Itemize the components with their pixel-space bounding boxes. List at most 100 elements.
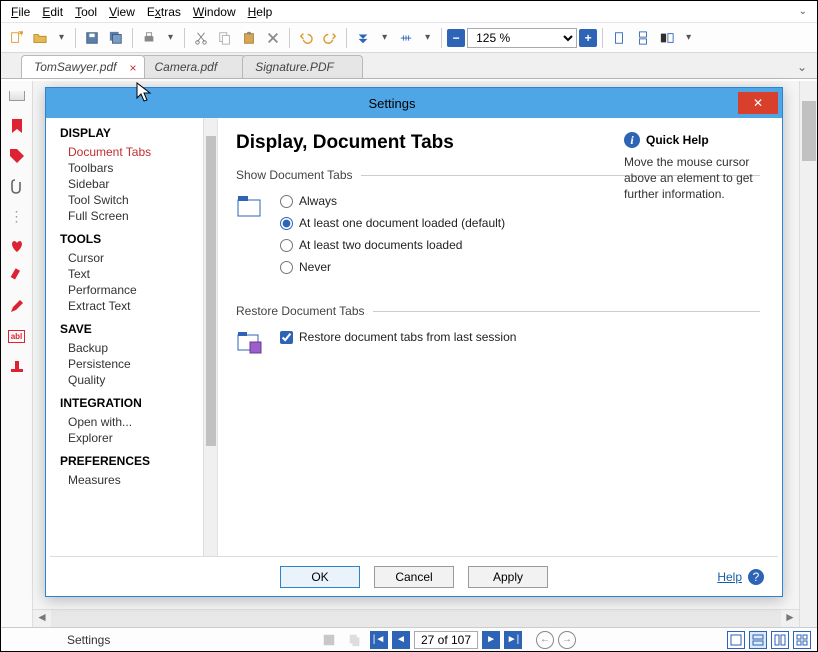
help-icon: ? [748,569,764,585]
status-label: Settings [7,633,167,647]
tree-item-backup[interactable]: Backup [60,340,217,356]
layout-facing-icon[interactable] [656,27,678,49]
redo-icon[interactable] [319,27,341,49]
rail-checkbox-icon[interactable] [8,87,26,105]
undo-icon[interactable] [295,27,317,49]
menu-view[interactable]: View [103,3,141,21]
find-icon[interactable] [352,27,374,49]
tree-item-quality[interactable]: Quality [60,372,217,388]
tab-close-icon[interactable]: × [129,61,136,75]
rail-clip-icon[interactable] [8,177,26,195]
rail-stamp-icon[interactable] [8,357,26,375]
vertical-scrollbar[interactable] [799,81,817,627]
new-doc-icon[interactable]: ✶ [5,27,27,49]
quick-help-text: Move the mouse cursor above an element t… [624,154,764,203]
status-copy-icon[interactable] [344,629,366,651]
ruler-dropdown-icon[interactable]: ▾ [419,32,436,43]
help-link[interactable]: Help? [717,569,764,585]
zoom-select[interactable]: 125 % [467,28,577,48]
menu-extras[interactable]: Extras [141,3,187,21]
tree-item-persistence[interactable]: Persistence [60,356,217,372]
zoom-out-button[interactable]: − [447,29,465,47]
open-dropdown-icon[interactable]: ▾ [53,32,70,43]
tree-item-sidebar[interactable]: Sidebar [60,176,217,192]
rail-abl-icon[interactable]: abl [8,327,26,345]
document-tabs: TomSawyer.pdf× Camera.pdf Signature.PDF … [1,53,817,79]
save-icon[interactable] [81,27,103,49]
tab-tomsawyer[interactable]: TomSawyer.pdf× [21,55,145,78]
open-folder-icon[interactable] [29,27,51,49]
nav-back-icon[interactable]: ← [536,631,554,649]
find-dropdown-icon[interactable]: ▾ [376,32,393,43]
tree-item-full-screen[interactable]: Full Screen [60,208,217,224]
rail-heart-icon[interactable] [8,237,26,255]
ruler-icon[interactable] [395,27,417,49]
tree-item-toolbars[interactable]: Toolbars [60,160,217,176]
horizontal-scrollbar[interactable]: ◄► [33,609,799,627]
tree-group-save: SAVE [60,322,217,336]
tree-item-measures[interactable]: Measures [60,472,217,488]
layout-single-icon[interactable] [608,27,630,49]
tabs-overflow-icon[interactable]: ⌄ [787,56,817,78]
rail-dots-icon[interactable]: ⋮ [8,207,26,225]
rail-tag-icon[interactable] [8,147,26,165]
settings-dialog: Settings ✕ DISPLAY Document Tabs Toolbar… [45,87,783,597]
show-tabs-legend: Show Document Tabs [236,168,361,182]
dialog-close-button[interactable]: ✕ [738,92,778,114]
quick-help-panel: iQuick Help Move the mouse cursor above … [624,132,764,203]
radio-two-loaded[interactable]: At least two documents loaded [280,238,505,252]
tree-item-text[interactable]: Text [60,266,217,282]
checkbox-restore-tabs[interactable]: Restore document tabs from last session [280,330,516,344]
cut-icon[interactable] [190,27,212,49]
tree-item-explorer[interactable]: Explorer [60,430,217,446]
menu-edit[interactable]: Edit [36,3,69,21]
tree-item-performance[interactable]: Performance [60,282,217,298]
view-mode-3-icon[interactable] [771,631,789,649]
tree-item-document-tabs[interactable]: Document Tabs [60,144,217,160]
menu-tool[interactable]: Tool [69,3,103,21]
nav-last-icon[interactable]: ►| [504,631,522,649]
tree-item-cursor[interactable]: Cursor [60,250,217,266]
tabs-icon [236,194,268,274]
menu-window[interactable]: Window [187,3,242,21]
page-indicator[interactable]: 27 of 107 [414,631,478,649]
tree-item-open-with[interactable]: Open with... [60,414,217,430]
nav-forward-icon[interactable]: → [558,631,576,649]
print-dropdown-icon[interactable]: ▾ [162,32,179,43]
nav-prev-icon[interactable]: ◄ [392,631,410,649]
tree-item-tool-switch[interactable]: Tool Switch [60,192,217,208]
dialog-titlebar[interactable]: Settings ✕ [46,88,782,118]
paste-icon[interactable] [238,27,260,49]
menu-file[interactable]: File [5,3,36,21]
rail-marker-icon[interactable] [8,267,26,285]
print-icon[interactable] [138,27,160,49]
view-mode-4-icon[interactable] [793,631,811,649]
tree-scrollbar[interactable] [203,118,217,556]
radio-one-loaded[interactable]: At least one document loaded (default) [280,216,505,230]
layout-dropdown-icon[interactable]: ▾ [680,32,697,43]
sidebar-rail: ⋮ abl [1,81,33,627]
menubar-overflow-icon[interactable]: ⌄ [793,6,813,17]
save-all-icon[interactable] [105,27,127,49]
nav-first-icon[interactable]: |◄ [370,631,388,649]
copy-icon[interactable] [214,27,236,49]
delete-icon[interactable] [262,27,284,49]
zoom-in-button[interactable]: + [579,29,597,47]
tab-camera[interactable]: Camera.pdf [141,55,246,78]
status-save-icon[interactable] [318,629,340,651]
radio-always[interactable]: Always [280,194,505,208]
radio-never[interactable]: Never [280,260,505,274]
menu-help[interactable]: Help [242,3,279,21]
ok-button[interactable]: OK [280,566,360,588]
rail-pencil-icon[interactable] [8,297,26,315]
view-mode-1-icon[interactable] [727,631,745,649]
cancel-button[interactable]: Cancel [374,566,454,588]
layout-continuous-icon[interactable] [632,27,654,49]
apply-button[interactable]: Apply [468,566,548,588]
tree-group-tools: TOOLS [60,232,217,246]
nav-next-icon[interactable]: ► [482,631,500,649]
rail-bookmark-icon[interactable] [8,117,26,135]
tree-item-extract-text[interactable]: Extract Text [60,298,217,314]
tab-signature[interactable]: Signature.PDF [242,55,363,78]
view-mode-2-icon[interactable] [749,631,767,649]
